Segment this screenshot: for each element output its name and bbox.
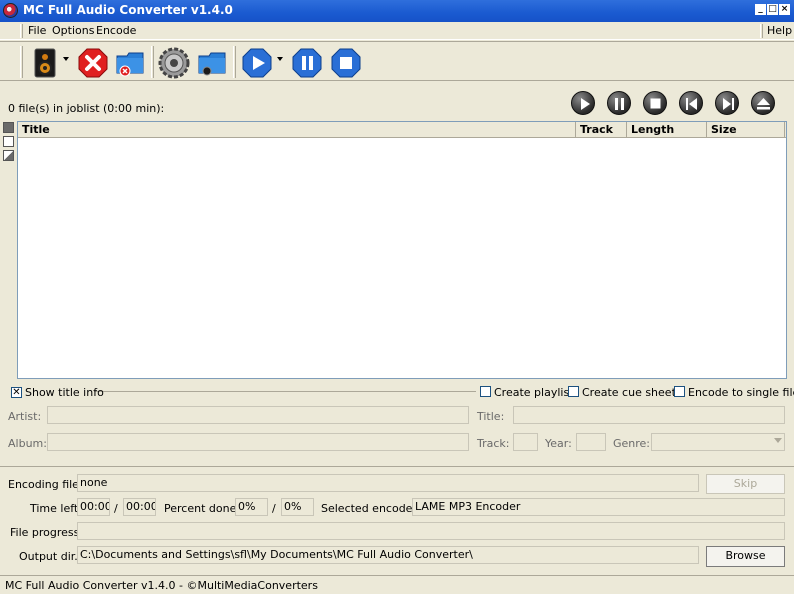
track-label: Track: bbox=[477, 437, 510, 450]
toolbar-separator bbox=[233, 46, 236, 78]
chevron-down-icon[interactable] bbox=[774, 438, 782, 443]
joblist-table[interactable]: Title Track Length Size bbox=[17, 121, 787, 379]
genre-select[interactable] bbox=[651, 433, 785, 451]
speaker-icon[interactable] bbox=[29, 47, 61, 79]
title-bar[interactable]: MC Full Audio Converter v1.4.0 _ □ × bbox=[0, 0, 794, 22]
file-progress-label: File progress: bbox=[10, 526, 84, 539]
menu-encode[interactable]: Encode bbox=[96, 24, 136, 37]
add-files-dropdown-arrow[interactable] bbox=[63, 57, 69, 61]
menu-options[interactable]: Options bbox=[52, 24, 94, 37]
file-progress-bar bbox=[77, 522, 785, 540]
output-dir-label: Output dir.: bbox=[19, 550, 82, 563]
selected-encoder-field: LAME MP3 Encoder bbox=[412, 498, 785, 516]
year-field[interactable] bbox=[576, 433, 606, 451]
menu-file[interactable]: File bbox=[28, 24, 46, 37]
output-dir-field[interactable]: C:\Documents and Settings\sfl\My Documen… bbox=[77, 546, 699, 564]
selected-encoder-label: Selected encoder: bbox=[321, 502, 421, 515]
window-title: MC Full Audio Converter v1.4.0 bbox=[23, 3, 233, 17]
player-eject-icon[interactable] bbox=[751, 91, 775, 115]
settings-icon[interactable] bbox=[158, 47, 190, 79]
view-icons-button[interactable] bbox=[3, 150, 14, 161]
stop-icon[interactable] bbox=[330, 47, 362, 79]
time-separator: / bbox=[114, 502, 118, 515]
encoding-file-field: none bbox=[77, 474, 699, 492]
create-cue-sheet-checkbox[interactable] bbox=[568, 386, 579, 397]
player-pause-icon[interactable] bbox=[607, 91, 631, 115]
remove-folder-icon[interactable] bbox=[115, 47, 147, 79]
percent-separator: / bbox=[272, 502, 276, 515]
encode-single-file-label[interactable]: Encode to single file bbox=[688, 386, 794, 399]
player-play-icon[interactable] bbox=[571, 91, 595, 115]
open-folder-icon[interactable] bbox=[197, 47, 229, 79]
album-label: Album: bbox=[8, 437, 47, 450]
skip-button[interactable]: Skip bbox=[706, 474, 785, 494]
create-playlist-label[interactable]: Create playlist bbox=[494, 386, 574, 399]
menu-grip[interactable] bbox=[20, 24, 23, 38]
remove-icon[interactable] bbox=[77, 47, 109, 79]
play-icon[interactable] bbox=[241, 47, 273, 79]
time-left-label: Time left: bbox=[30, 502, 82, 515]
show-title-info-checkbox[interactable]: ✕ bbox=[11, 387, 22, 398]
close-button[interactable]: × bbox=[779, 4, 790, 15]
toolbar-grip[interactable] bbox=[20, 46, 23, 78]
player-stop-icon[interactable] bbox=[643, 91, 667, 115]
year-label: Year: bbox=[545, 437, 572, 450]
toolbar-separator bbox=[151, 46, 154, 78]
encode-single-file-checkbox[interactable] bbox=[674, 386, 685, 397]
view-list-button[interactable] bbox=[3, 136, 14, 147]
column-header-track[interactable]: Track bbox=[576, 122, 627, 138]
track-field[interactable] bbox=[513, 433, 538, 451]
column-header-size[interactable]: Size bbox=[707, 122, 785, 138]
percent-done-total: 0% bbox=[281, 498, 314, 516]
title-field[interactable] bbox=[513, 406, 785, 424]
status-bar: MC Full Audio Converter v1.4.0 - ©MultiM… bbox=[0, 575, 794, 594]
view-details-button[interactable] bbox=[3, 122, 14, 133]
toolbar bbox=[0, 41, 794, 81]
artist-label: Artist: bbox=[8, 410, 42, 423]
menu-bar: File Options Encode Help bbox=[0, 22, 794, 40]
time-left-current: 00:00 bbox=[77, 498, 110, 516]
album-field[interactable] bbox=[47, 433, 469, 451]
player-previous-icon[interactable] bbox=[679, 91, 703, 115]
menu-separator bbox=[760, 24, 763, 38]
encoding-file-label: Encoding file: bbox=[8, 478, 83, 491]
joblist-count: 0 file(s) in joblist (0:00 min): bbox=[8, 102, 165, 115]
pause-icon[interactable] bbox=[291, 47, 323, 79]
minimize-button[interactable]: _ bbox=[755, 4, 766, 15]
menu-help[interactable]: Help bbox=[767, 24, 792, 37]
status-text: MC Full Audio Converter v1.4.0 - ©MultiM… bbox=[5, 579, 318, 592]
title-label: Title: bbox=[477, 410, 505, 423]
percent-done-current: 0% bbox=[235, 498, 268, 516]
genre-label: Genre: bbox=[613, 437, 651, 450]
joblist-header: Title Track Length Size bbox=[18, 122, 786, 138]
artist-field[interactable] bbox=[47, 406, 469, 424]
app-logo-icon[interactable] bbox=[3, 3, 18, 18]
player-next-icon[interactable] bbox=[715, 91, 739, 115]
show-title-info-label[interactable]: Show title info bbox=[25, 386, 104, 399]
maximize-button[interactable]: □ bbox=[767, 4, 778, 15]
encode-dropdown-arrow[interactable] bbox=[277, 57, 283, 61]
browse-button[interactable]: Browse bbox=[706, 546, 785, 567]
create-cue-sheet-label[interactable]: Create cue sheet bbox=[582, 386, 676, 399]
percent-done-label: Percent done: bbox=[164, 502, 241, 515]
column-header-length[interactable]: Length bbox=[627, 122, 707, 138]
time-left-total: 00:00 bbox=[123, 498, 156, 516]
encoding-divider bbox=[0, 466, 794, 467]
create-playlist-checkbox[interactable] bbox=[480, 386, 491, 397]
column-header-title[interactable]: Title bbox=[18, 122, 576, 138]
